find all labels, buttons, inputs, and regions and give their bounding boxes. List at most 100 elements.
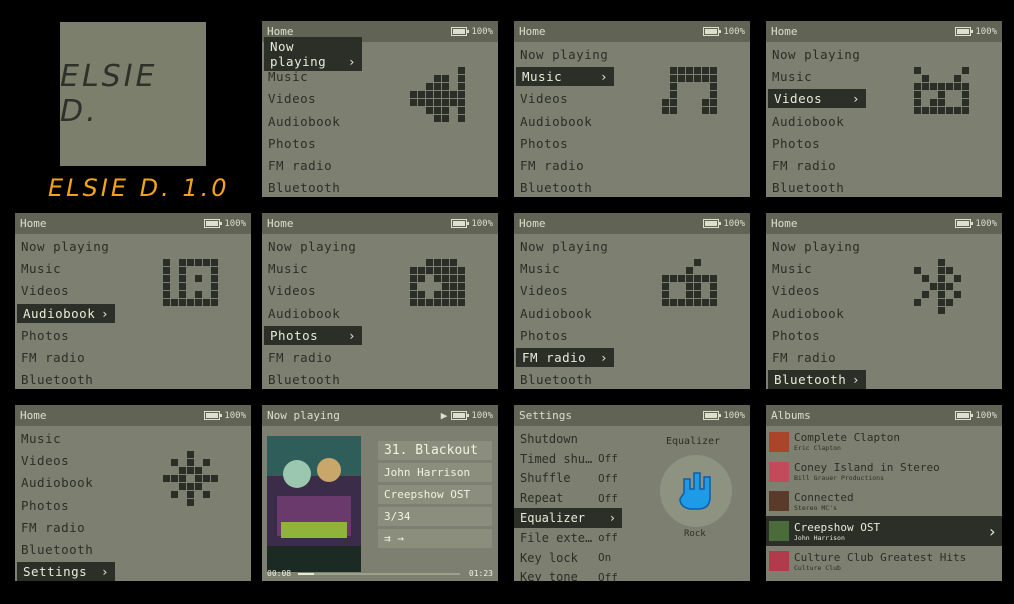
screen-title: Home <box>771 25 798 38</box>
battery-icon <box>451 27 470 36</box>
menu-item[interactable]: FM radio <box>262 346 498 368</box>
menu-item[interactable]: Bluetooth <box>15 369 251 389</box>
settings-row[interactable]: Shuffle Off <box>514 469 624 489</box>
menu-item[interactable]: FM radio <box>15 346 251 368</box>
settings-row-value: Off <box>598 570 618 581</box>
menu-item-label: Audiobook <box>520 305 593 321</box>
album-item[interactable]: Creepshow OST John Harrison › <box>766 516 1002 547</box>
menu-item[interactable]: FM radio <box>514 154 750 176</box>
album-item[interactable]: Coney Island in Stereo Bill Grauer Produc… <box>766 457 1002 487</box>
settings-row[interactable]: Equalizer › <box>514 508 622 528</box>
menu-item-label: Photos <box>21 327 70 343</box>
status-bar: Home 100% <box>766 213 1002 234</box>
status-bar: Home 100% <box>514 21 750 42</box>
screen-title: Home <box>20 409 47 422</box>
album-item[interactable]: Connected Stereo MC's <box>766 487 1002 517</box>
menu-item[interactable]: Now playing <box>766 43 1002 65</box>
album-artist: Stereo MC's <box>794 503 838 512</box>
battery-level: 100% <box>723 410 745 421</box>
progress-bar[interactable] <box>298 573 460 575</box>
menu-item-label: Now playing <box>264 37 362 72</box>
menu-item[interactable]: Now playing <box>766 235 1002 257</box>
home-screen-1: Home 100% Now playingMusic Videos Audiobook P… <box>262 21 498 197</box>
menu-item[interactable]: Now playing <box>262 37 498 72</box>
menu-item-label: FM radio <box>268 158 333 174</box>
menu-item[interactable]: Photos <box>766 324 1002 346</box>
menu-item-label: Bluetooth <box>21 372 94 388</box>
menu-item-label: Music <box>520 260 561 276</box>
settings-row[interactable]: File exte… off <box>514 528 624 548</box>
menu-item[interactable]: Photos <box>15 324 251 346</box>
menu-item[interactable]: Photos <box>514 324 750 346</box>
speaker-icon <box>410 67 474 131</box>
menu-item[interactable]: Now playing <box>262 235 498 257</box>
screen-title: Home <box>771 217 798 230</box>
home-screen-6: Home 100% Now playing Music Videos Audiobook P… <box>514 213 750 389</box>
settings-row-value: On <box>598 551 612 565</box>
menu-item[interactable]: Bluetooth <box>15 538 251 560</box>
menu-item[interactable]: Photos <box>262 324 498 346</box>
menu-item[interactable]: Bluetooth <box>262 369 498 389</box>
battery-level: 100% <box>723 26 745 37</box>
settings-row-label: Repeat <box>520 491 564 506</box>
bluetooth-icon <box>914 259 978 323</box>
menu-item[interactable]: Settings <box>15 561 251 581</box>
menu-item[interactable]: Now playing <box>514 235 750 257</box>
menu-item-label: FM radio <box>520 158 585 174</box>
menu-item[interactable]: Bluetooth <box>514 369 750 389</box>
album-item[interactable]: Culture Club Greatest Hits Culture Club <box>766 546 1002 576</box>
settings-row[interactable]: Key tone Off <box>514 568 624 581</box>
menu-item[interactable]: FM radio <box>766 346 1002 368</box>
menu-item-label: Music <box>21 260 62 276</box>
album-artist: Culture Club <box>794 563 841 572</box>
menu-item[interactable]: FM radio <box>262 154 498 176</box>
settings-row[interactable]: Key lock On <box>514 548 624 568</box>
menu-item-label: Now playing <box>268 238 357 254</box>
screen-title: Home <box>519 25 546 38</box>
menu-item-label: Videos <box>21 283 70 299</box>
menu-item[interactable]: Photos <box>262 132 498 154</box>
battery-icon <box>451 219 470 228</box>
menu-item[interactable]: Bluetooth <box>766 177 1002 197</box>
menu-item-label: Now playing <box>520 238 609 254</box>
menu-item-label: Music <box>268 68 309 84</box>
album-thumbnail <box>769 491 789 512</box>
menu-item-label: Now playing <box>21 238 110 254</box>
settings-row[interactable]: Shutdown <box>514 429 624 449</box>
menu-item-label: Music <box>772 68 813 84</box>
album-thumbnail <box>769 521 789 542</box>
menu-item[interactable]: FM radio <box>514 346 750 368</box>
status-bar: Settings 100% <box>514 405 750 426</box>
menu-item-label: Photos <box>264 325 362 345</box>
menu-item[interactable]: Music <box>15 427 251 449</box>
menu-item[interactable]: Bluetooth <box>262 177 498 197</box>
menu-item-label: FM radio <box>268 350 333 366</box>
menu-item-label: Bluetooth <box>768 370 866 389</box>
menu-item[interactable]: Photos <box>514 132 750 154</box>
menu-item-label: Audiobook <box>772 113 845 129</box>
status-bar: Home 100% <box>262 213 498 234</box>
menu-item[interactable]: FM radio <box>15 516 251 538</box>
battery-icon <box>955 219 974 228</box>
album-list: Complete Clapton Eric Clapton Coney Island… <box>766 426 1002 576</box>
album-title: Complete Clapton <box>794 431 900 445</box>
menu-item[interactable]: Now playing <box>514 43 750 65</box>
menu-item-label: Audiobook <box>268 113 341 129</box>
album-item[interactable]: Complete Clapton Eric Clapton <box>766 427 1002 457</box>
battery-level: 100% <box>224 218 246 229</box>
settings-row[interactable]: Timed shu… Off <box>514 449 624 469</box>
screen-title: Now playing <box>267 409 340 422</box>
status-bar: Home 100% <box>15 213 251 234</box>
menu-item-label: Videos <box>520 283 569 299</box>
menu-item-label: Bluetooth <box>520 180 593 196</box>
menu-item-label: Photos <box>772 135 821 151</box>
settings-row-label: File exte… <box>520 530 593 545</box>
album-title: Connected <box>794 490 854 504</box>
menu-item[interactable]: Bluetooth <box>514 177 750 197</box>
menu-item[interactable]: Photos <box>766 132 1002 154</box>
menu-item[interactable]: Now playing <box>15 235 251 257</box>
menu-item[interactable]: FM radio <box>766 154 1002 176</box>
battery-level: 100% <box>723 218 745 229</box>
settings-row[interactable]: Repeat Off <box>514 488 624 508</box>
menu-item[interactable]: Bluetooth <box>766 369 1002 389</box>
